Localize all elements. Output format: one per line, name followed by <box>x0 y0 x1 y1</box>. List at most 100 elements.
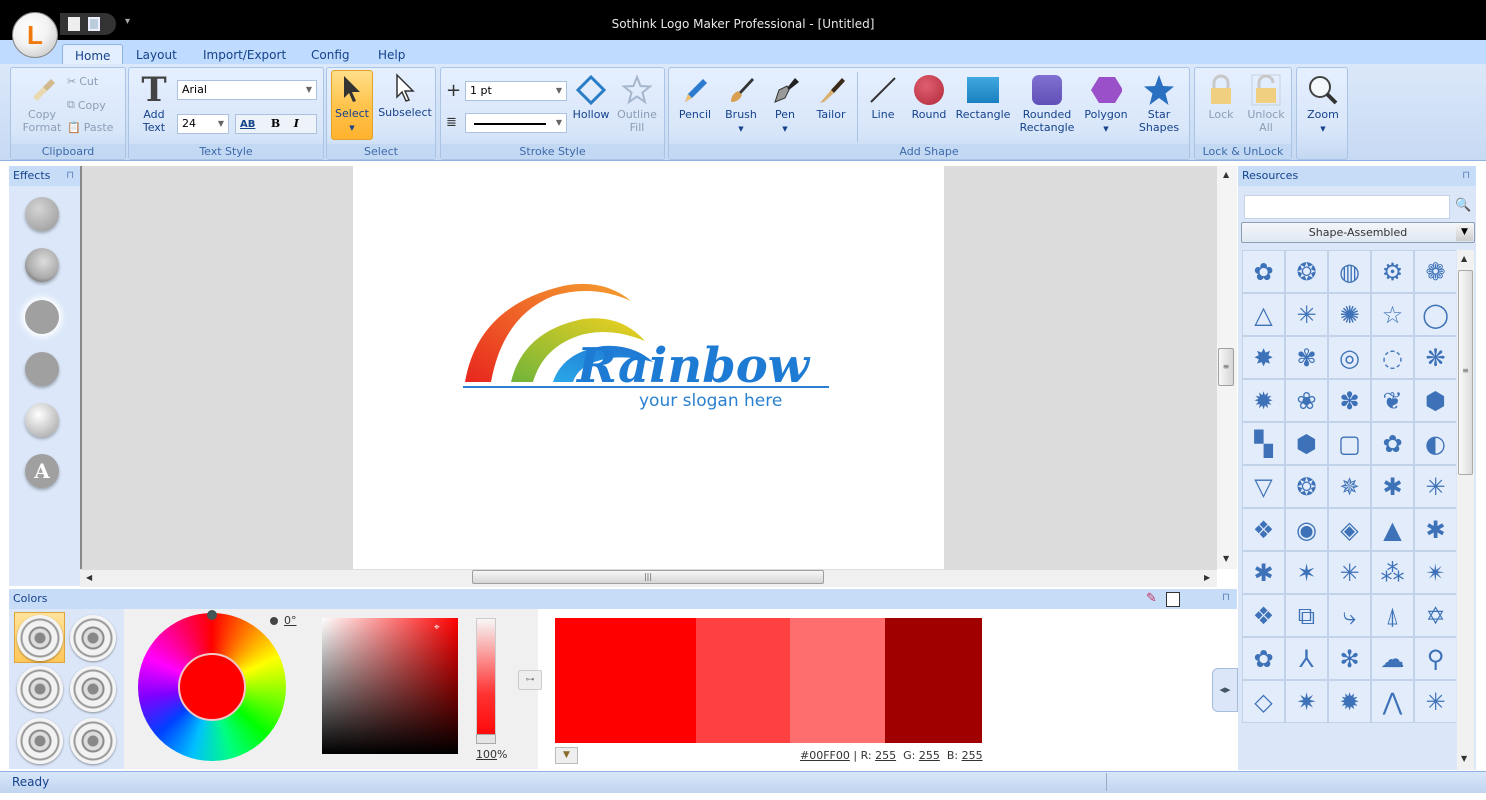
scheme-analogous[interactable] <box>17 718 63 764</box>
shape-item[interactable]: ✹ <box>1242 379 1285 422</box>
hue-angle-value[interactable]: 0° <box>284 614 297 627</box>
tab-help[interactable]: Help <box>366 44 417 66</box>
font-size-select[interactable]: 24 ▼ <box>177 114 229 134</box>
shape-item[interactable]: ❁ <box>1414 250 1456 293</box>
shape-item[interactable]: ✷ <box>1285 680 1328 723</box>
shape-item[interactable]: ◈ <box>1328 508 1371 551</box>
shape-item[interactable]: ❖ <box>1242 508 1285 551</box>
shape-item[interactable]: ✴ <box>1414 551 1456 594</box>
shape-item[interactable]: ◍ <box>1328 250 1371 293</box>
scroll-down-icon[interactable]: ▼ <box>1461 754 1467 763</box>
shape-item[interactable]: ✿ <box>1242 637 1285 680</box>
shape-item[interactable]: ✳ <box>1414 465 1456 508</box>
shape-item[interactable]: ▢ <box>1328 422 1371 465</box>
shape-item[interactable]: ⚲ <box>1414 637 1456 680</box>
shape-item[interactable]: ✵ <box>1328 465 1371 508</box>
shape-item[interactable]: ⅄ <box>1285 637 1328 680</box>
shape-item[interactable]: ⋀ <box>1371 680 1414 723</box>
shape-item[interactable]: ◉ <box>1285 508 1328 551</box>
picker-crosshair-icon[interactable]: ⌖ <box>434 622 440 633</box>
shape-item[interactable]: ✽ <box>1328 379 1371 422</box>
shape-item[interactable]: ✶ <box>1285 551 1328 594</box>
resource-category-select[interactable]: Shape-Assembled <box>1241 222 1475 243</box>
collapse-panel-button[interactable]: ◂▸ <box>1212 668 1238 712</box>
resources-search-input[interactable] <box>1244 195 1450 219</box>
shape-item[interactable]: ▽ <box>1242 465 1285 508</box>
tab-import-export[interactable]: Import/Export <box>191 44 298 66</box>
cut-button[interactable]: ✂ Cut <box>67 75 98 88</box>
resources-scroll-thumb[interactable]: ≡ <box>1458 270 1473 475</box>
effect-bevel[interactable] <box>25 248 59 282</box>
save-icon[interactable] <box>88 17 100 31</box>
shape-item[interactable]: ⤷ <box>1328 594 1371 637</box>
shape-item[interactable]: ✱ <box>1414 508 1456 551</box>
shape-item[interactable]: ☁ <box>1371 637 1414 680</box>
shape-item[interactable]: ✱ <box>1371 465 1414 508</box>
scroll-right-icon[interactable]: ▶ <box>1204 573 1210 582</box>
current-color-box[interactable] <box>1166 592 1180 607</box>
pin-icon[interactable]: ⊓ <box>1462 166 1470 186</box>
subselect-tool-button[interactable]: Subselect <box>377 72 433 119</box>
char-spacing-button[interactable]: AB <box>240 119 255 130</box>
link-colors-button[interactable]: ⊶ <box>518 670 542 690</box>
scheme-tetrad[interactable] <box>70 666 116 712</box>
hue-handle[interactable] <box>207 610 217 620</box>
rounded-rectangle-button[interactable]: Rounded Rectangle <box>1017 74 1077 134</box>
pin-icon[interactable]: ⊓ <box>66 166 74 186</box>
shape-item[interactable]: ⚙ <box>1371 250 1414 293</box>
paste-button[interactable]: 📋 Paste <box>67 121 113 134</box>
line-tool-button[interactable]: Line <box>863 74 903 121</box>
blue-value[interactable]: 255 <box>962 749 983 762</box>
shape-item[interactable]: ❀ <box>1285 379 1328 422</box>
shape-item[interactable]: ✿ <box>1242 250 1285 293</box>
shape-item[interactable]: ❂ <box>1285 250 1328 293</box>
shape-item[interactable]: ✱ <box>1242 551 1285 594</box>
alpha-slider-handle[interactable] <box>476 734 496 744</box>
swatch-menu-button[interactable]: ▼ <box>555 747 578 764</box>
shape-item[interactable]: ▲ <box>1371 508 1414 551</box>
artboard[interactable]: Rainbow your slogan here <box>353 166 944 569</box>
zoom-button[interactable]: Zoom ▼ <box>1301 74 1345 136</box>
font-family-select[interactable]: Arial ▼ <box>177 80 317 100</box>
scroll-up-icon[interactable]: ▲ <box>1223 170 1229 179</box>
pin-icon[interactable]: ⊓ <box>1222 592 1230 603</box>
tailor-tool-button[interactable]: Tailor <box>809 74 853 121</box>
canvas-vertical-scroll-thumb[interactable]: ≡ <box>1218 348 1234 386</box>
shape-item[interactable]: ⍋ <box>1371 594 1414 637</box>
shape-item[interactable]: ▚ <box>1242 422 1285 465</box>
effect-glow[interactable] <box>25 300 59 334</box>
color-swatch[interactable] <box>885 618 982 743</box>
shape-item[interactable]: ◇ <box>1242 680 1285 723</box>
stroke-width-select[interactable]: 1 pt ▼ <box>465 81 567 101</box>
scroll-left-icon[interactable]: ◀ <box>86 573 92 582</box>
shape-item[interactable]: △ <box>1242 293 1285 336</box>
color-swatch[interactable] <box>555 618 696 743</box>
shape-item[interactable]: ◎ <box>1328 336 1371 379</box>
shape-item[interactable]: ✳ <box>1285 293 1328 336</box>
scroll-down-icon[interactable]: ▼ <box>1223 554 1229 563</box>
scheme-mono[interactable] <box>17 615 63 661</box>
shape-item[interactable]: ✳ <box>1414 680 1456 723</box>
shape-item[interactable]: ✳ <box>1328 551 1371 594</box>
add-text-button[interactable]: T Add Text <box>133 73 175 135</box>
tab-layout[interactable]: Layout <box>124 44 189 66</box>
alpha-slider[interactable] <box>476 618 496 744</box>
brush-tool-button[interactable]: Brush ▼ <box>719 74 763 136</box>
shape-item[interactable]: ❋ <box>1414 336 1456 379</box>
search-icon[interactable]: 🔍 <box>1455 198 1471 213</box>
scheme-triad[interactable] <box>17 666 63 712</box>
effect-reflection[interactable] <box>25 352 59 386</box>
color-swatch[interactable] <box>696 618 790 743</box>
lock-button[interactable]: Lock <box>1199 74 1243 121</box>
customize-qat-icon[interactable]: ▾ <box>125 16 130 27</box>
round-shape-button[interactable]: Round <box>907 74 951 121</box>
shape-item[interactable]: ◐ <box>1414 422 1456 465</box>
tab-config[interactable]: Config <box>299 44 362 66</box>
shape-item[interactable]: ◯ <box>1414 293 1456 336</box>
shape-item[interactable]: ✻ <box>1328 637 1371 680</box>
copy-button[interactable]: ⧉ Copy <box>67 98 106 112</box>
shape-item[interactable]: ❂ <box>1285 465 1328 508</box>
scroll-up-icon[interactable]: ▲ <box>1461 254 1467 263</box>
green-value[interactable]: 255 <box>919 749 940 762</box>
chevron-down-icon[interactable]: ▼ <box>1456 224 1473 241</box>
